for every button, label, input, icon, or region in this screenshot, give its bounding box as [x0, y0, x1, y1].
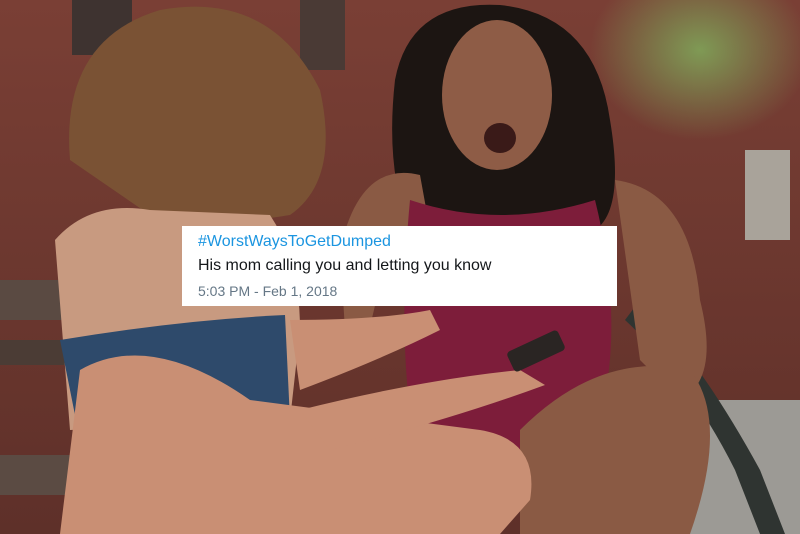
- window-mid: [300, 0, 345, 70]
- window-right: [745, 150, 790, 240]
- tweet-text: His mom calling you and letting you know: [198, 257, 492, 274]
- open-mouth: [484, 123, 516, 153]
- tweet-card: #WorstWaysToGetDumped His mom calling yo…: [182, 226, 617, 306]
- tweet-timestamp[interactable]: 5:03 PM - Feb 1, 2018: [198, 282, 601, 300]
- hashtag-link[interactable]: #WorstWaysToGetDumped: [198, 232, 601, 252]
